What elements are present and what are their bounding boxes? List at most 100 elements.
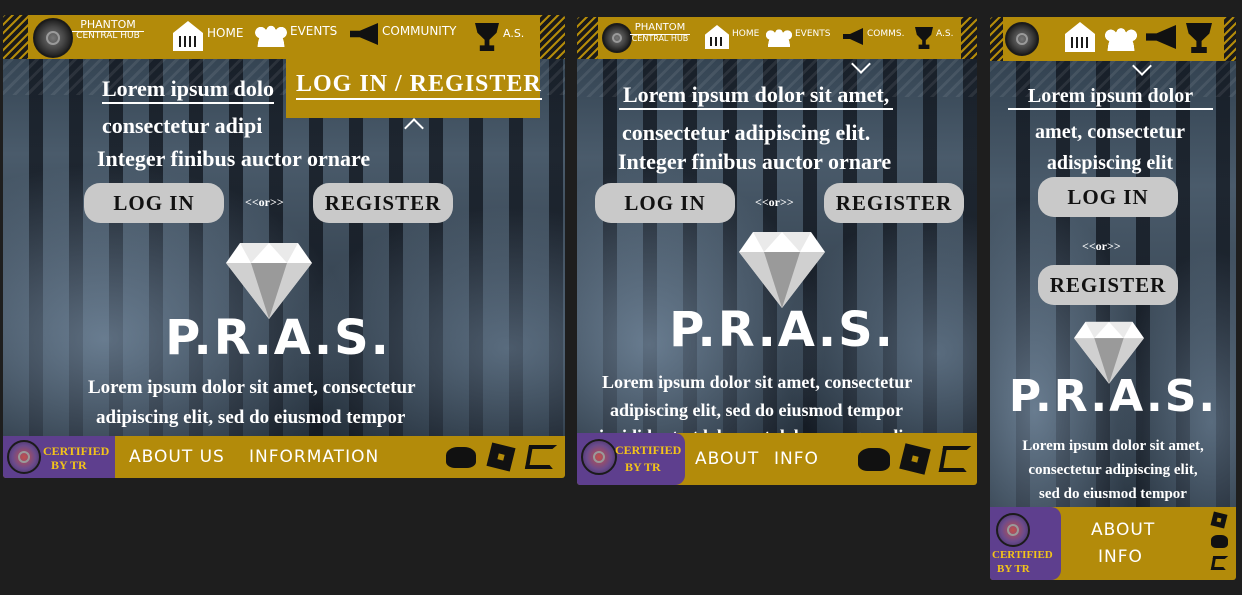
brand-line2: CENTRAL HUB — [76, 30, 140, 41]
nav-home[interactable]: HOME — [705, 25, 759, 49]
footer-about-link[interactable]: ABOUT — [695, 449, 759, 469]
cert-emblem-icon — [581, 439, 617, 475]
footer-about-link[interactable]: ABOUT US — [129, 447, 225, 467]
body-text-line2: adipiscing elit, sed do eiusmod tempor — [96, 407, 406, 428]
register-button[interactable]: REGISTER — [1038, 265, 1178, 305]
cert-line1: CERTIFIED — [615, 443, 682, 457]
nav-community[interactable]: COMMUNITY — [350, 23, 457, 45]
logo-icon[interactable] — [33, 18, 73, 58]
pras-title: P.R.A.S. — [1008, 371, 1218, 422]
cert-line2: BY TR — [997, 563, 1030, 575]
login-button[interactable]: LOG IN — [595, 183, 735, 223]
brand-line1: PHANTOM — [72, 19, 144, 32]
logo-icon[interactable] — [1005, 22, 1039, 56]
cert-line2: BY TR — [625, 460, 661, 474]
house-icon — [705, 25, 729, 49]
nav-as[interactable]: A.S. — [915, 27, 953, 49]
nav-hatch-left — [577, 17, 599, 59]
nav-events-label: EVENTS — [795, 29, 831, 39]
brand[interactable]: PHANTOM CENTRAL HUB — [72, 19, 144, 41]
diamond-icon — [226, 243, 312, 319]
brand-line1: PHANTOM — [630, 22, 690, 35]
body-text-line2: adipiscing elit, sed do eiusmod tempor — [610, 400, 904, 420]
guilded-icon[interactable] — [524, 445, 558, 469]
hero-heading-line3: Integer finibus auctor ornare — [618, 149, 892, 174]
desktop-frame: PHANTOM CENTRAL HUB HOME EVENTS COMMUNIT… — [3, 15, 565, 478]
brand-line2: CENTRAL HUB — [631, 33, 689, 43]
diamond-icon — [739, 232, 825, 308]
house-icon — [173, 21, 203, 51]
cert-line1: CERTIFIED — [43, 444, 110, 458]
or-separator: <<or>> — [245, 195, 284, 209]
nav-hatch-right — [540, 15, 565, 59]
tablet-frame: PHANTOM CENTRAL HUB HOME EVENTS COMMS. A… — [577, 17, 977, 485]
footer-about-link[interactable]: ABOUT — [1091, 520, 1155, 540]
trophy-icon — [475, 23, 499, 51]
login-register-link[interactable]: LOG IN / REGISTER — [296, 71, 542, 100]
guilded-icon[interactable] — [1210, 556, 1229, 570]
top-nav: PHANTOM CENTRAL HUB HOME EVENTS COMMS. A… — [598, 17, 961, 59]
or-separator: <<or>> — [755, 195, 794, 209]
roblox-icon[interactable] — [486, 442, 516, 472]
discord-icon[interactable] — [1211, 535, 1228, 548]
login-dropdown: LOG IN / REGISTER — [286, 59, 542, 118]
cert-emblem-icon — [7, 440, 41, 474]
top-nav — [1003, 17, 1224, 61]
hero-heading-line2: consectetur adipiscing elit. — [622, 120, 871, 145]
body-text-line3: sed do eiusmod tempor — [1039, 486, 1187, 502]
nav-home[interactable]: HOME — [173, 21, 243, 51]
megaphone-icon — [843, 28, 863, 45]
nav-hatch-right — [1224, 17, 1236, 61]
roblox-icon[interactable] — [1210, 511, 1228, 529]
hero-heading-line1: Lorem ipsum dolor — [1008, 85, 1213, 110]
body-text-line1: Lorem ipsum dolor sit amet, consectetur — [88, 377, 416, 398]
crowd-icon — [765, 27, 793, 47]
crowd-icon[interactable] — [1104, 25, 1138, 51]
nav-hatch-left — [990, 17, 1004, 61]
footer-info-link[interactable]: INFO — [774, 449, 819, 469]
cert-emblem-icon — [996, 513, 1030, 547]
nav-as-label: A.S. — [503, 26, 525, 40]
cert-line1: CERTIFIED — [992, 549, 1053, 561]
login-button[interactable]: LOG IN — [1038, 177, 1178, 217]
discord-icon[interactable] — [858, 448, 890, 471]
house-icon[interactable] — [1065, 22, 1095, 52]
pras-title: P.R.A.S. — [165, 310, 391, 366]
top-nav: PHANTOM CENTRAL HUB HOME EVENTS COMMUNIT… — [28, 15, 540, 59]
certified-badge[interactable]: CERTIFIED BY TR — [990, 507, 1061, 580]
brand[interactable]: PHANTOM CENTRAL HUB — [630, 22, 690, 43]
nav-community[interactable]: COMMS. — [843, 28, 904, 45]
megaphone-icon[interactable] — [1146, 25, 1176, 49]
trophy-icon[interactable] — [1186, 23, 1212, 53]
megaphone-icon — [350, 23, 378, 45]
body-text-line1: Lorem ipsum dolor sit amet, — [1022, 438, 1204, 454]
crowd-icon — [254, 23, 288, 47]
hero-heading-line1: Lorem ipsum dolo — [102, 76, 274, 104]
nav-home-label: HOME — [732, 29, 760, 39]
mobile-frame: Lorem ipsum dolor amet, consectetur adis… — [990, 17, 1236, 580]
or-separator: <<or>> — [1082, 239, 1121, 253]
body-text-line1: Lorem ipsum dolor sit amet, consectetur — [602, 372, 913, 392]
nav-hatch-right — [961, 17, 977, 59]
nav-home-label: HOME — [207, 26, 244, 40]
footer: CERTIFIED BY TR ABOUT US INFORMATION — [3, 436, 565, 478]
roblox-icon[interactable] — [899, 443, 931, 475]
nav-events[interactable]: EVENTS — [765, 27, 830, 47]
login-button[interactable]: LOG IN — [84, 183, 224, 223]
nav-events[interactable]: EVENTS — [254, 23, 337, 47]
footer: CERTIFIED BY TR ABOUT INFO — [990, 507, 1236, 580]
register-button[interactable]: REGISTER — [313, 183, 453, 223]
nav-community-label: COMMS. — [867, 28, 905, 39]
nav-hatch-left — [3, 15, 31, 59]
certified-badge[interactable]: CERTIFIED BY TR — [3, 436, 115, 478]
logo-icon[interactable] — [602, 23, 632, 53]
certified-badge[interactable]: CERTIFIED BY TR — [577, 433, 685, 485]
discord-icon[interactable] — [446, 447, 476, 468]
nav-as[interactable]: A.S. — [475, 23, 524, 51]
footer-information-link[interactable]: INFORMATION — [249, 447, 379, 467]
nav-community-label: COMMUNITY — [382, 24, 457, 38]
register-button[interactable]: REGISTER — [824, 183, 964, 223]
trophy-icon — [915, 27, 933, 49]
guilded-icon[interactable] — [938, 446, 972, 472]
footer-info-link[interactable]: INFO — [1098, 547, 1143, 567]
